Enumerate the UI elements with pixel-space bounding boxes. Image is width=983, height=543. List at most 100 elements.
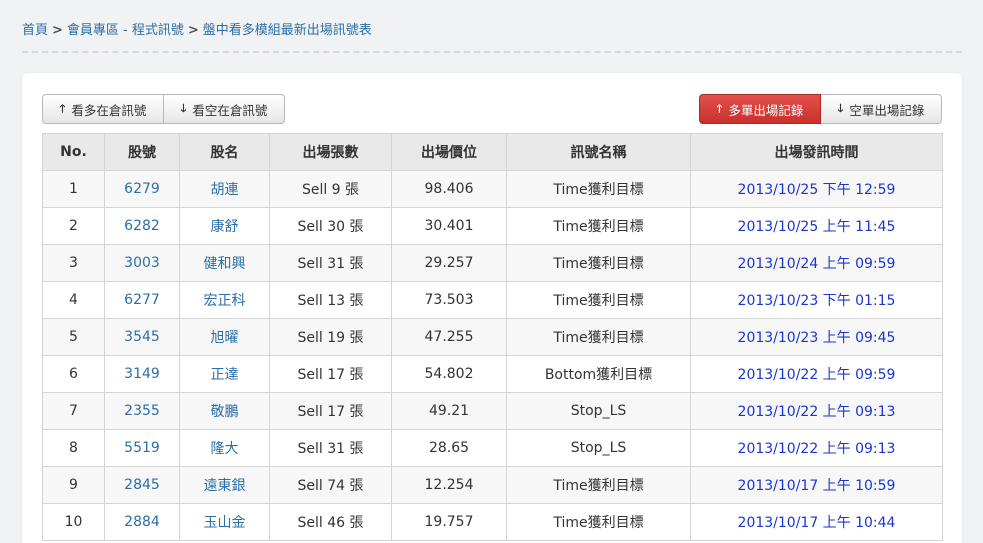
cell-signal-name: Time獲利目標 <box>506 503 691 541</box>
cell-exit-quantity: Sell 30 張 <box>269 207 392 245</box>
breadcrumb: 首頁 > 會員專區 - 程式訊號 > 盤中看多模組最新出場訊號表 <box>22 22 372 40</box>
cell-exit-quantity: Sell 74 張 <box>269 466 392 504</box>
cell-no: 5 <box>42 318 105 356</box>
content-panel: 🡑 看多在倉訊號 🡓 看空在倉訊號 🡑 多單出場記錄 🡓 空單出場記錄 No. <box>22 73 962 543</box>
table-header-row: No. 股號 股名 出場張數 出場價位 訊號名稱 出場發訊時間 <box>42 133 943 171</box>
arrow-up-icon: 🡑 <box>59 101 66 115</box>
breadcrumb-home-link[interactable]: 首頁 <box>22 23 48 38</box>
cell-exit-time: 2013/10/22 上午 09:59 <box>690 355 943 393</box>
cell-signal-name: Time獲利目標 <box>506 244 691 282</box>
table-row: 5 3545 旭曜 Sell 19 張 47.255 Time獲利目標 2013/10/23… <box>42 318 943 356</box>
short-positions-label: 看空在倉訊號 <box>192 102 268 118</box>
long-positions-label: 看多在倉訊號 <box>71 102 147 118</box>
cell-no: 1 <box>42 170 105 208</box>
header-signal-name: 訊號名稱 <box>506 133 691 171</box>
short-exits-button[interactable]: 🡓 空單出場記錄 <box>821 94 942 124</box>
cell-stock-name[interactable]: 遠東銀 <box>179 466 270 504</box>
cell-no: 6 <box>42 355 105 393</box>
cell-exit-price: 47.255 <box>391 318 507 356</box>
cell-exit-price: 49.21 <box>391 392 507 430</box>
header-exit-quantity: 出場張數 <box>269 133 392 171</box>
table-row: 2 6282 康舒 Sell 30 張 30.401 Time獲利目標 2013/10/25… <box>42 207 943 245</box>
cell-no: 10 <box>42 503 105 541</box>
header-stock-code: 股號 <box>104 133 180 171</box>
cell-no: 3 <box>42 244 105 282</box>
cell-no: 4 <box>42 281 105 319</box>
table-row: 3 3003 健和興 Sell 31 張 29.257 Time獲利目標 2013/10/2… <box>42 244 943 282</box>
cell-exit-quantity: Sell 31 張 <box>269 244 392 282</box>
cell-stock-name[interactable]: 健和興 <box>179 244 270 282</box>
table-row: 6 3149 正達 Sell 17 張 54.802 Bottom獲利目標 2013/10/… <box>42 355 943 393</box>
cell-exit-quantity: Sell 9 張 <box>269 170 392 208</box>
long-exits-button[interactable]: 🡑 多單出場記錄 <box>699 94 821 124</box>
header-exit-time: 出場發訊時間 <box>690 133 943 171</box>
breadcrumb-members-link[interactable]: 會員專區 - 程式訊號 <box>67 23 184 38</box>
cell-signal-name: Bottom獲利目標 <box>506 355 691 393</box>
cell-signal-name: Time獲利目標 <box>506 318 691 356</box>
breadcrumb-current-page[interactable]: 盤中看多模組最新出場訊號表 <box>203 23 372 38</box>
cell-stock-name[interactable]: 玉山金 <box>179 503 270 541</box>
exit-signals-table: No. 股號 股名 出場張數 出場價位 訊號名稱 出場發訊時間 1 6279 胡連 S… <box>42 133 943 541</box>
cell-signal-name: Time獲利目標 <box>506 466 691 504</box>
cell-exit-quantity: Sell 31 張 <box>269 429 392 467</box>
cell-stock-name[interactable]: 康舒 <box>179 207 270 245</box>
table-row: 1 6279 胡連 Sell 9 張 98.406 Time獲利目標 2013/10/25 … <box>42 170 943 208</box>
cell-exit-price: 98.406 <box>391 170 507 208</box>
arrow-down-icon: 🡓 <box>837 101 844 115</box>
cell-signal-name: Stop_LS <box>506 429 691 467</box>
cell-exit-price: 28.65 <box>391 429 507 467</box>
cell-exit-time: 2013/10/17 上午 10:44 <box>690 503 943 541</box>
arrow-down-icon: 🡓 <box>180 101 187 115</box>
table-row: 10 2884 玉山金 Sell 46 張 19.757 Time獲利目標 2013/10/… <box>42 503 943 541</box>
table-row: 7 2355 敬鵬 Sell 17 張 49.21 Stop_LS 2013/10/22 上… <box>42 392 943 430</box>
cell-signal-name: Time獲利目標 <box>506 170 691 208</box>
cell-exit-price: 19.757 <box>391 503 507 541</box>
breadcrumb-separator: > <box>52 23 63 38</box>
cell-stock-name[interactable]: 隆大 <box>179 429 270 467</box>
cell-no: 7 <box>42 392 105 430</box>
table-row: 9 2845 遠東銀 Sell 74 張 12.254 Time獲利目標 2013/10/1… <box>42 466 943 504</box>
cell-signal-name: Time獲利目標 <box>506 281 691 319</box>
cell-stock-name[interactable]: 正達 <box>179 355 270 393</box>
cell-stock-code[interactable]: 2845 <box>104 466 180 504</box>
cell-stock-code[interactable]: 6277 <box>104 281 180 319</box>
cell-exit-quantity: Sell 17 張 <box>269 392 392 430</box>
cell-stock-code[interactable]: 6282 <box>104 207 180 245</box>
cell-exit-price: 54.802 <box>391 355 507 393</box>
cell-stock-code[interactable]: 2884 <box>104 503 180 541</box>
table-row: 4 6277 宏正科 Sell 13 張 73.503 Time獲利目標 2013/10/2… <box>42 281 943 319</box>
cell-exit-time: 2013/10/22 上午 09:13 <box>690 392 943 430</box>
long-exits-label: 多單出場記錄 <box>728 102 804 118</box>
cell-exit-time: 2013/10/17 上午 10:59 <box>690 466 943 504</box>
cell-exit-time: 2013/10/22 上午 09:13 <box>690 429 943 467</box>
cell-exit-quantity: Sell 46 張 <box>269 503 392 541</box>
short-positions-button[interactable]: 🡓 看空在倉訊號 <box>164 94 285 124</box>
cell-stock-code[interactable]: 3003 <box>104 244 180 282</box>
cell-no: 2 <box>42 207 105 245</box>
header-no: No. <box>42 133 105 171</box>
cell-stock-name[interactable]: 敬鵬 <box>179 392 270 430</box>
dashed-divider <box>22 51 962 53</box>
cell-stock-name[interactable]: 胡連 <box>179 170 270 208</box>
cell-exit-time: 2013/10/25 上午 11:45 <box>690 207 943 245</box>
cell-exit-quantity: Sell 17 張 <box>269 355 392 393</box>
cell-exit-price: 30.401 <box>391 207 507 245</box>
cell-stock-code[interactable]: 6279 <box>104 170 180 208</box>
cell-exit-time: 2013/10/23 下午 01:15 <box>690 281 943 319</box>
cell-exit-quantity: Sell 13 張 <box>269 281 392 319</box>
cell-stock-code[interactable]: 3149 <box>104 355 180 393</box>
cell-exit-price: 29.257 <box>391 244 507 282</box>
cell-exit-time: 2013/10/24 上午 09:59 <box>690 244 943 282</box>
cell-stock-code[interactable]: 5519 <box>104 429 180 467</box>
short-exits-label: 空單出場記錄 <box>849 102 925 118</box>
long-positions-button[interactable]: 🡑 看多在倉訊號 <box>42 94 164 124</box>
cell-stock-code[interactable]: 3545 <box>104 318 180 356</box>
cell-no: 8 <box>42 429 105 467</box>
cell-no: 9 <box>42 466 105 504</box>
header-exit-price: 出場價位 <box>391 133 507 171</box>
cell-stock-code[interactable]: 2355 <box>104 392 180 430</box>
cell-stock-name[interactable]: 宏正科 <box>179 281 270 319</box>
cell-signal-name: Time獲利目標 <box>506 207 691 245</box>
cell-stock-name[interactable]: 旭曜 <box>179 318 270 356</box>
cell-exit-price: 73.503 <box>391 281 507 319</box>
